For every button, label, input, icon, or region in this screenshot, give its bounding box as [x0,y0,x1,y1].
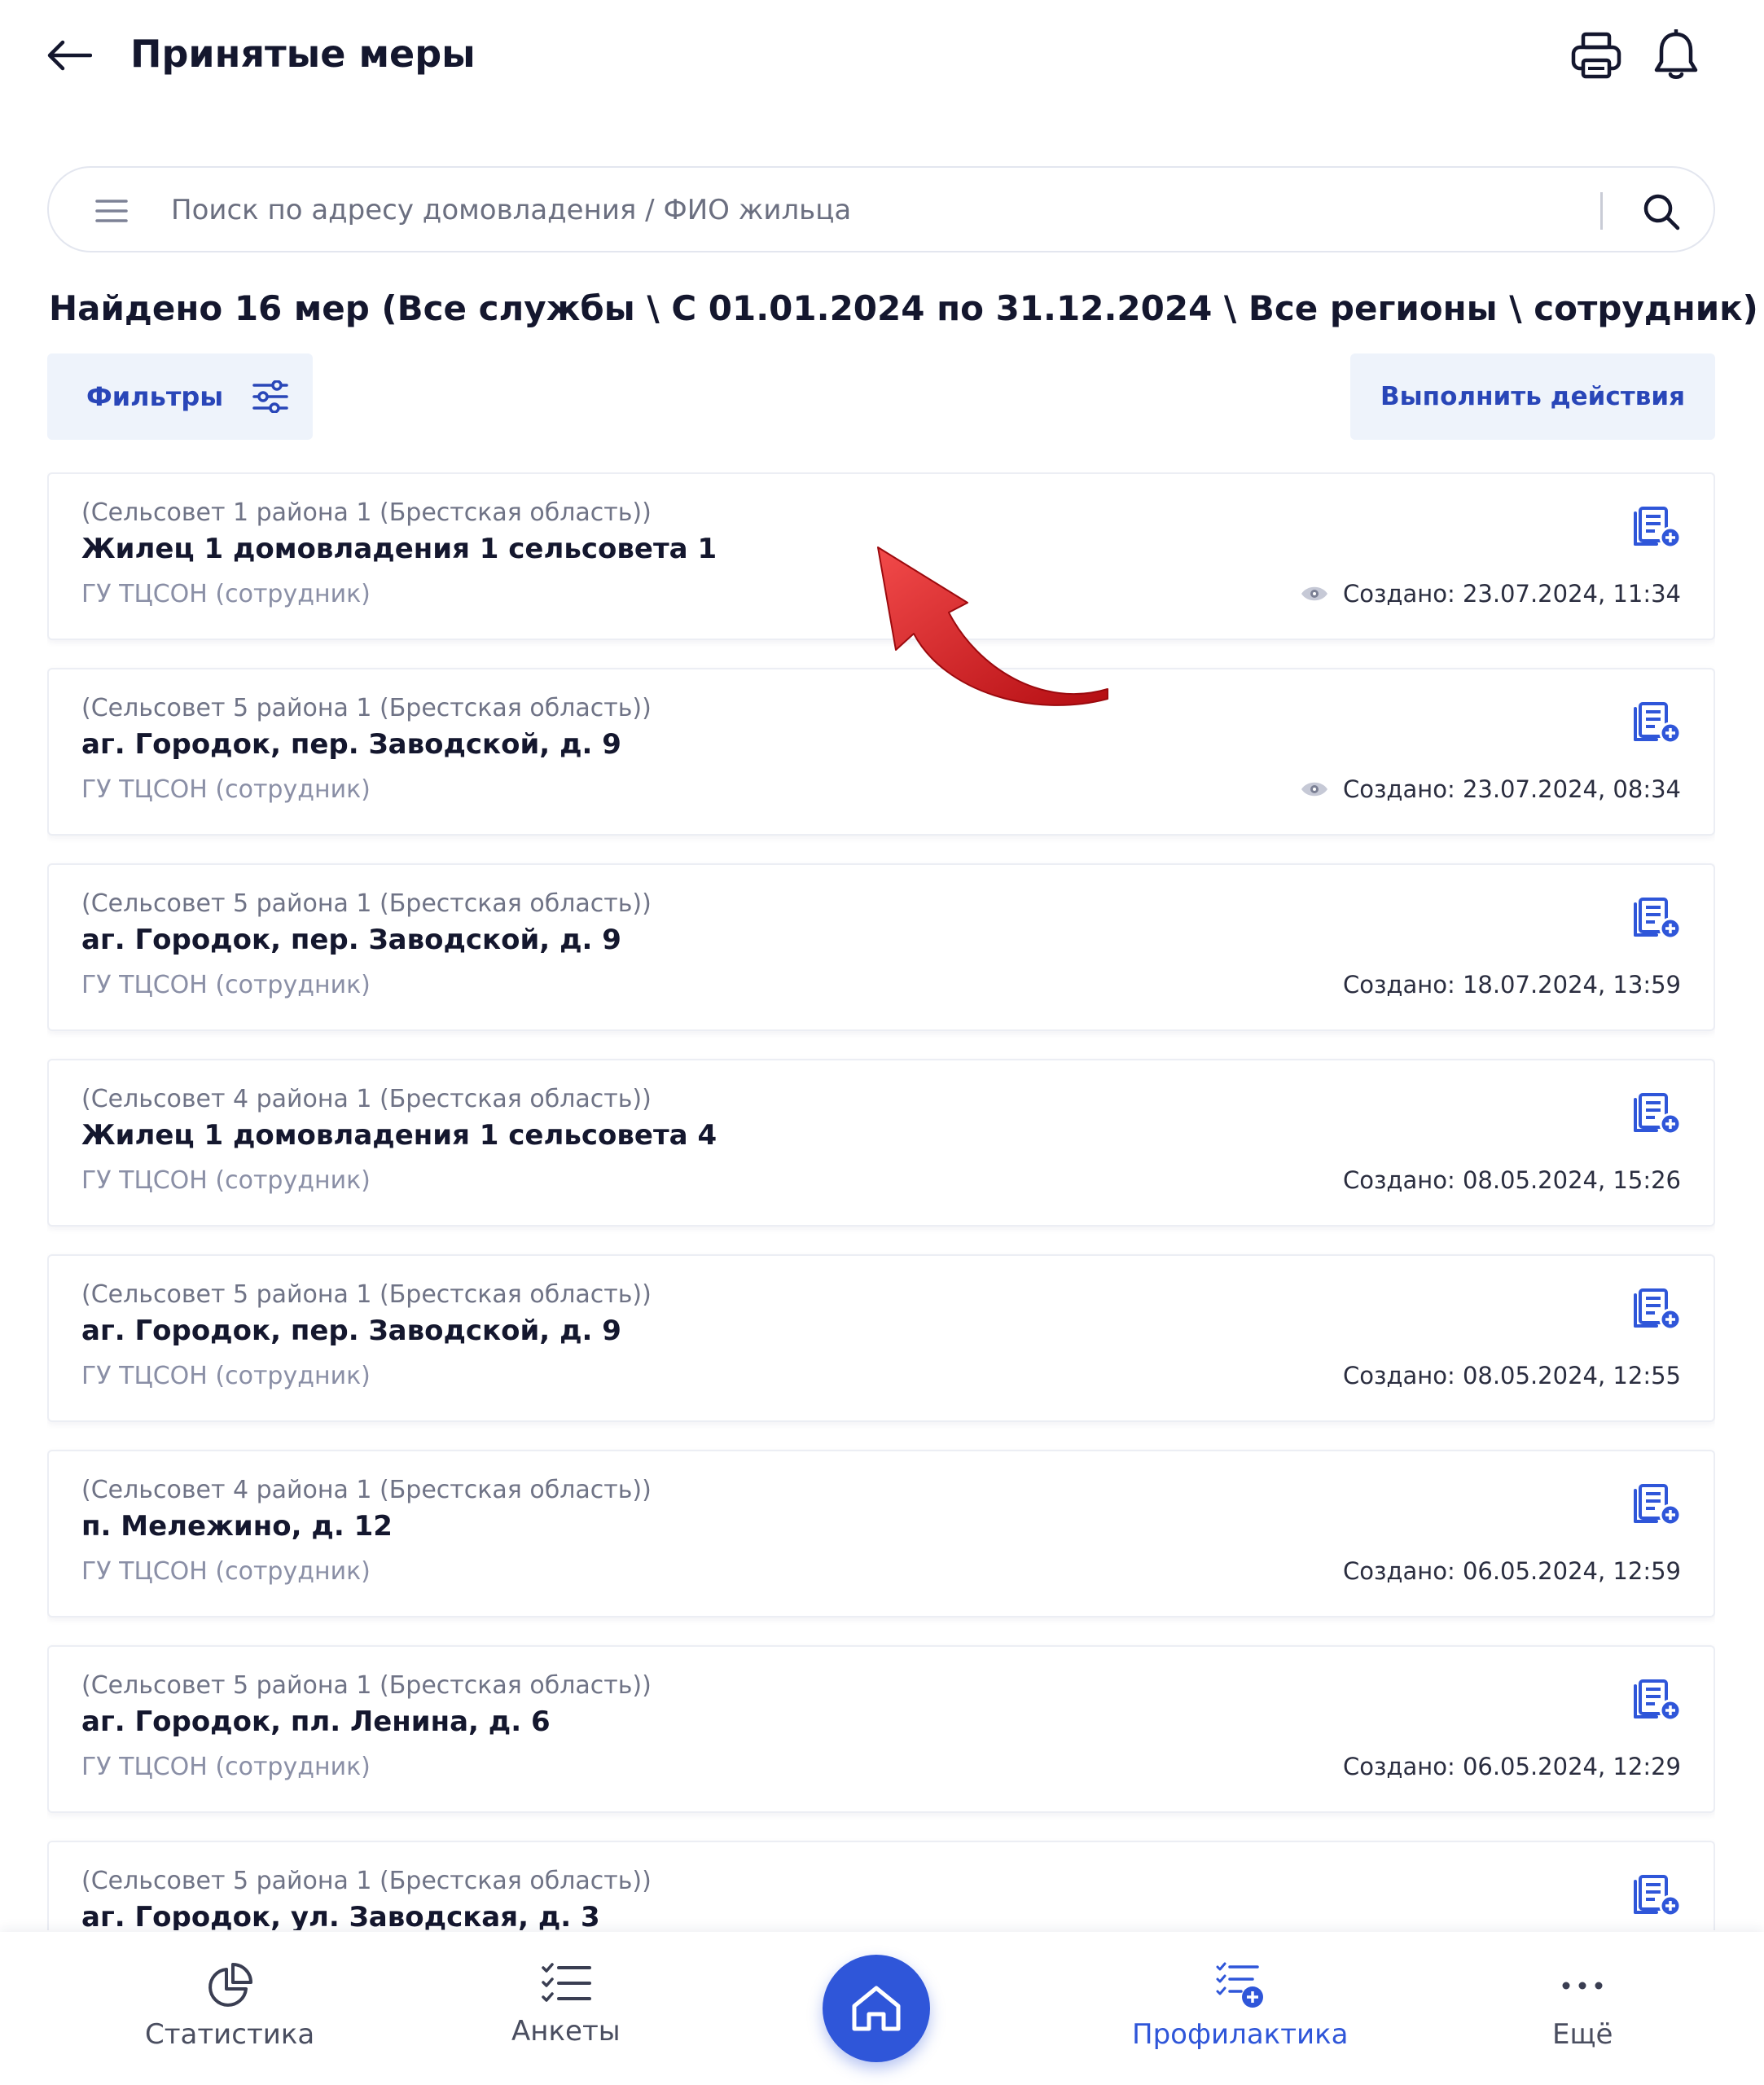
nav-prevention[interactable]: Профилактика [1132,1961,1349,2051]
notifications-button[interactable] [1645,24,1707,86]
menu-icon [95,200,128,222]
checklist-add-icon [1216,1962,1263,2008]
page-title: Принятые меры [130,32,476,76]
card-address: Жилец 1 домовладения 1 сельсовета 1 [81,533,717,565]
print-button[interactable] [1565,24,1627,86]
add-record-icon[interactable] [1632,697,1684,746]
search-menu-button[interactable] [91,191,132,231]
card-created-text: Создано: 23.07.2024, 08:34 [1343,775,1681,803]
add-record-icon[interactable] [1632,1870,1684,1919]
card-organization: ГУ ТЦСОН (сотрудник) [81,1753,371,1781]
card-region: (Сельсовет 5 района 1 (Брестская область… [81,1280,652,1309]
card-organization: ГУ ТЦСОН (сотрудник) [81,580,371,608]
measure-card[interactable]: (Сельсовет 4 района 1 (Брестская область… [47,1450,1715,1618]
card-organization: ГУ ТЦСОН (сотрудник) [81,1166,371,1195]
nav-home-button[interactable] [823,1955,930,2062]
add-record-icon[interactable] [1632,1479,1684,1528]
card-region: (Сельсовет 5 района 1 (Брестская область… [81,1867,652,1895]
card-created-text: Создано: 23.07.2024, 11:34 [1343,580,1681,608]
measure-card[interactable]: (Сельсовет 4 района 1 (Брестская область… [47,1059,1715,1227]
measures-list: (Сельсовет 1 района 1 (Брестская область… [47,472,1715,1930]
app-header: Принятые меры [0,0,1764,114]
card-address: аг. Городок, пер. Заводской, д. 9 [81,728,621,761]
nav-surveys-label: Анкеты [511,2015,621,2048]
card-created: Создано: 23.07.2024, 08:34 [1301,775,1681,803]
search-input[interactable] [171,184,1621,236]
card-created-text: Создано: 08.05.2024, 12:55 [1343,1362,1681,1389]
search-button[interactable] [1637,187,1686,236]
add-record-icon[interactable] [1632,1675,1684,1723]
card-created: Создано: 06.05.2024, 12:59 [1343,1557,1681,1585]
result-summary: Найдено 16 мер (Все службы \ С 01.01.202… [49,288,1758,328]
search-icon [1643,194,1680,230]
sliders-icon [252,380,288,413]
search-divider [1600,192,1603,230]
card-organization: ГУ ТЦСОН (сотрудник) [81,971,371,999]
card-organization: ГУ ТЦСОН (сотрудник) [81,1557,371,1586]
measure-card[interactable]: (Сельсовет 5 района 1 (Брестская область… [47,863,1715,1031]
card-address: Жилец 1 домовладения 1 сельсовета 4 [81,1119,717,1152]
card-created: Создано: 06.05.2024, 12:29 [1343,1753,1681,1780]
measure-card[interactable]: (Сельсовет 5 района 1 (Брестская область… [47,668,1715,836]
card-created: Создано: 18.07.2024, 13:59 [1343,971,1681,999]
card-organization: ГУ ТЦСОН (сотрудник) [81,1362,371,1390]
measure-card[interactable]: (Сельсовет 5 района 1 (Брестская область… [47,1254,1715,1422]
add-record-icon[interactable] [1632,1284,1684,1332]
bell-icon [1654,29,1698,79]
filters-label: Фильтры [86,381,224,412]
card-address: п. Мележино, д. 12 [81,1510,393,1543]
perform-actions-button[interactable]: Выполнить действия [1350,353,1715,440]
nav-more-label: Ещё [1552,2018,1613,2051]
nav-statistics-label: Статистика [145,2018,315,2051]
filters-button[interactable]: Фильтры [47,353,313,440]
nav-surveys[interactable]: Анкеты [511,1961,621,2048]
card-address: аг. Городок, пер. Заводской, д. 9 [81,924,621,956]
more-dots-icon [1562,1982,1603,1990]
eye-icon [1301,586,1328,601]
card-created-text: Создано: 06.05.2024, 12:29 [1343,1753,1681,1780]
nav-statistics[interactable]: Статистика [145,1961,314,2051]
card-region: (Сельсовет 5 района 1 (Брестская область… [81,1671,652,1700]
perform-actions-label: Выполнить действия [1380,382,1685,411]
eye-icon [1301,782,1328,797]
back-button[interactable] [41,29,98,81]
add-record-icon[interactable] [1632,893,1684,942]
card-created-text: Создано: 08.05.2024, 15:26 [1343,1166,1681,1194]
home-icon [852,1986,901,2031]
nav-prevention-label: Профилактика [1132,2018,1349,2051]
add-record-icon[interactable] [1632,502,1684,551]
card-created-text: Создано: 18.07.2024, 13:59 [1343,971,1681,999]
nav-more[interactable]: Ещё [1552,1961,1613,2051]
card-region: (Сельсовет 4 района 1 (Брестская область… [81,1476,652,1504]
card-address: аг. Городок, пл. Ленина, д. 6 [81,1705,551,1738]
search-bar [47,166,1715,252]
card-created: Создано: 08.05.2024, 15:26 [1343,1166,1681,1194]
card-created: Создано: 08.05.2024, 12:55 [1343,1362,1681,1389]
card-region: (Сельсовет 5 района 1 (Брестская область… [81,889,652,918]
card-address: аг. Городок, ул. Заводская, д. 3 [81,1901,600,1930]
measure-card[interactable]: (Сельсовет 1 района 1 (Брестская область… [47,472,1715,640]
card-address: аг. Городок, пер. Заводской, д. 9 [81,1315,621,1347]
result-summary-row: Найдено 16 мер (Все службы \ С 01.01.202… [49,283,1764,334]
bottom-navigation: Статистика Анкеты Профилактика Ещё [0,1932,1764,2085]
measure-card[interactable]: (Сельсовет 5 района 1 (Брестская область… [47,1645,1715,1813]
card-region: (Сельсовет 1 района 1 (Брестская область… [81,498,652,527]
card-organization: ГУ ТЦСОН (сотрудник) [81,775,371,804]
add-record-icon[interactable] [1632,1088,1684,1137]
card-region: (Сельсовет 4 района 1 (Брестская область… [81,1085,652,1113]
arrow-left-icon [47,40,92,71]
checklist-icon [542,1963,591,2002]
card-created: Создано: 23.07.2024, 11:34 [1301,580,1681,608]
card-created-text: Создано: 06.05.2024, 12:59 [1343,1557,1681,1585]
printer-icon [1571,32,1621,79]
measure-card[interactable]: (Сельсовет 5 района 1 (Брестская область… [47,1841,1715,1930]
pie-chart-icon [208,1963,253,2007]
card-region: (Сельсовет 5 района 1 (Брестская область… [81,694,652,722]
